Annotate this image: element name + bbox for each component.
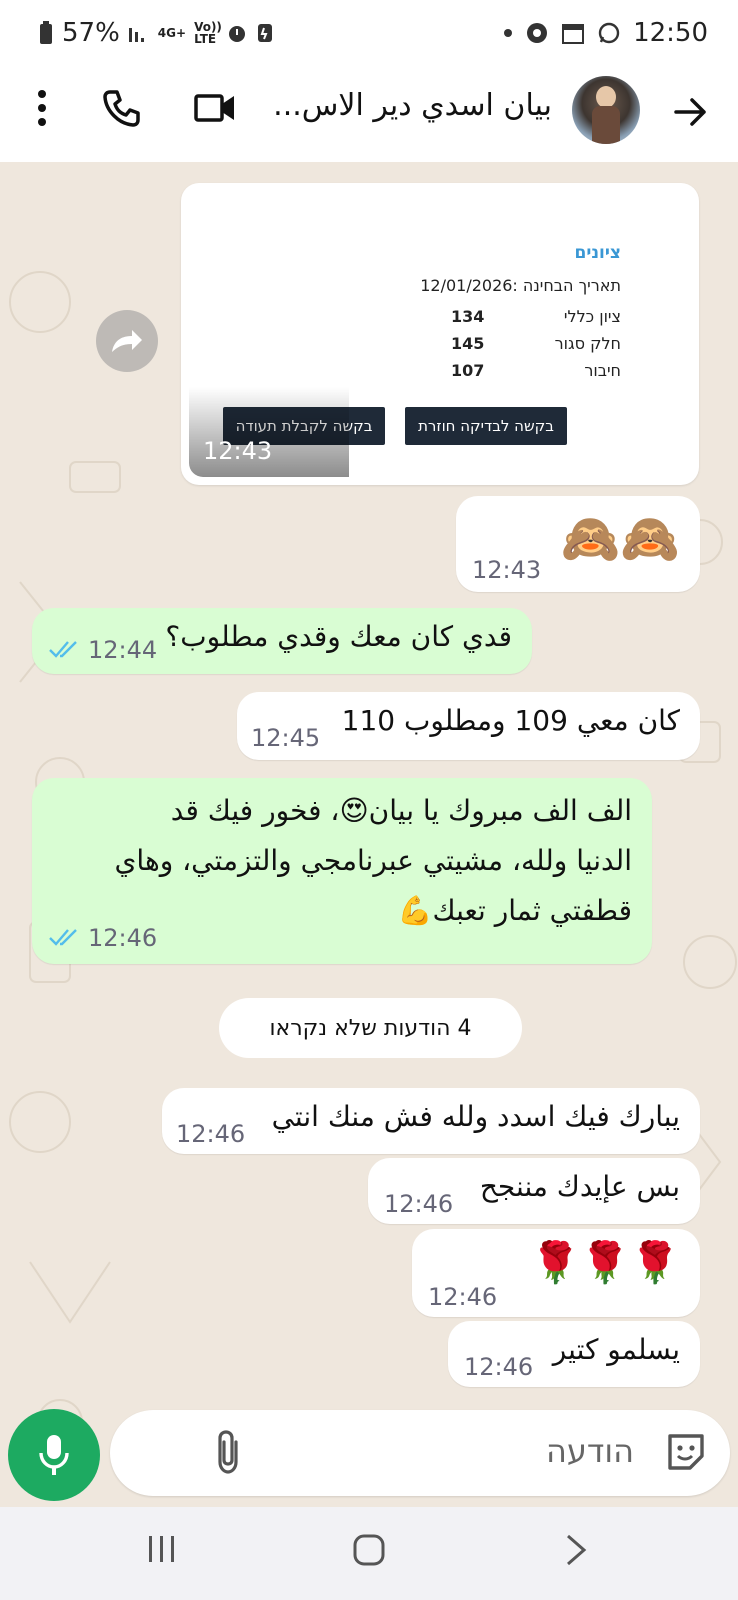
forward-icon bbox=[112, 330, 142, 352]
message-time: 12:46 bbox=[384, 1190, 454, 1218]
message-text: بس عإيدك مننجح bbox=[479, 1170, 680, 1203]
message-input[interactable]: הודעה bbox=[546, 1432, 634, 1470]
battery-icon bbox=[40, 21, 52, 44]
message-time: 12:44 bbox=[88, 636, 158, 664]
system-nav-bar bbox=[0, 1507, 738, 1600]
avatar-body bbox=[592, 106, 620, 144]
attach-icon[interactable] bbox=[214, 1428, 244, 1476]
sticker-icon[interactable] bbox=[664, 1430, 708, 1474]
more-menu-icon[interactable] bbox=[36, 88, 48, 128]
message-text: 🌹🌹🌹 bbox=[530, 1240, 680, 1286]
message-time: 12:45 bbox=[251, 724, 321, 752]
grade-value: 134 bbox=[451, 307, 485, 326]
grade-value: 145 bbox=[451, 334, 485, 353]
message-text: يبارك فيك اسدد ولله فش منك انتي bbox=[271, 1100, 680, 1133]
message-time: 12:46 bbox=[88, 924, 158, 952]
message-line: الدنيا ولله، مشيتي عبرنامجي والتزمتي، وه… bbox=[114, 844, 633, 877]
alarm-icon bbox=[229, 26, 246, 42]
read-ticks-icon bbox=[49, 929, 77, 946]
voice-call-icon[interactable] bbox=[102, 88, 142, 128]
recheck-request-button: בקשה לבדיקה חוזרת bbox=[405, 407, 567, 445]
status-right: 12:50 bbox=[503, 18, 708, 48]
message-text: قدي كان معك وقدي مطلوب؟ bbox=[165, 620, 512, 653]
message-time: 12:46 bbox=[464, 1353, 534, 1381]
grade-label: חיבור bbox=[584, 361, 621, 380]
status-bar: 57% 4G+ Vo)) LTE 12:50 bbox=[0, 0, 738, 70]
incoming-message[interactable]: 🙈🙈 12:43 bbox=[456, 496, 700, 592]
grade-label: חלק סגור bbox=[554, 334, 621, 353]
chat-header: بيان اسدي دير الاس... bbox=[0, 70, 738, 162]
read-ticks-icon bbox=[49, 641, 77, 658]
message-text: يسلمو كتير bbox=[552, 1333, 680, 1366]
signal-icon bbox=[128, 28, 144, 42]
grade-value: 107 bbox=[451, 361, 485, 380]
message-line: قطفتي ثمار تعبك💪 bbox=[397, 894, 632, 927]
message-text: 🙈🙈 bbox=[560, 511, 680, 567]
chat-area[interactable]: ציונים תאריך הבחינה :12/01/2026 ציון כלל… bbox=[0, 162, 738, 1507]
status-left: 57% 4G+ Vo)) LTE bbox=[38, 18, 274, 48]
grades-image-message[interactable]: ציונים תאריך הבחינה :12/01/2026 ציון כלל… bbox=[181, 183, 699, 485]
outgoing-message[interactable]: الف الف مبروك يا بيان😍، فخور فيك قد الدن… bbox=[32, 778, 652, 964]
whatsapp-icon bbox=[598, 22, 620, 44]
grade-label: ציון כללי bbox=[563, 307, 621, 326]
grade-row: ציון כללי 134 bbox=[451, 307, 621, 326]
data-saver-icon bbox=[258, 24, 273, 42]
recent-apps-icon[interactable] bbox=[146, 1533, 178, 1565]
exam-date: תאריך הבחינה :12/01/2026 bbox=[420, 276, 621, 295]
message-text: كان معي 109 ومطلوب 110 bbox=[341, 704, 680, 737]
avatar-head bbox=[596, 86, 616, 108]
network-type: 4G+ bbox=[157, 26, 187, 40]
voice-message-button[interactable] bbox=[8, 1409, 100, 1501]
message-time: 12:43 bbox=[472, 556, 542, 584]
home-icon[interactable] bbox=[352, 1533, 386, 1567]
volte-indicator: Vo)) LTE bbox=[194, 20, 222, 46]
back-nav-icon[interactable] bbox=[564, 1533, 588, 1567]
incoming-message[interactable]: يسلمو كتير 12:46 bbox=[448, 1321, 700, 1387]
chrome-icon bbox=[527, 23, 548, 43]
outgoing-message[interactable]: قدي كان معك وقدي مطلوب؟ 12:44 bbox=[32, 608, 532, 674]
incoming-message[interactable]: 🌹🌹🌹 12:46 bbox=[412, 1229, 700, 1317]
video-call-icon[interactable] bbox=[194, 90, 236, 126]
back-arrow-icon[interactable] bbox=[670, 92, 710, 132]
message-line: الف الف مبروك يا بيان😍، فخور فيك قد bbox=[170, 794, 632, 827]
message-time: 12:43 bbox=[203, 437, 273, 465]
contact-name[interactable]: بيان اسدي دير الاس... bbox=[273, 88, 552, 123]
grade-row: חלק סגור 145 bbox=[451, 334, 621, 353]
message-time: 12:46 bbox=[428, 1283, 498, 1311]
incoming-message[interactable]: بس عإيدك مننجح 12:46 bbox=[368, 1158, 700, 1224]
calendar-icon bbox=[562, 24, 585, 44]
incoming-message[interactable]: كان معي 109 ومطلوب 110 12:45 bbox=[237, 692, 700, 760]
grades-image: ציונים תאריך הבחינה :12/01/2026 ציון כלל… bbox=[189, 191, 691, 477]
grades-title: ציונים bbox=[574, 243, 621, 263]
clock: 12:50 bbox=[633, 18, 708, 48]
message-composer[interactable]: הודעה bbox=[110, 1410, 730, 1496]
grade-row: חיבור 107 bbox=[451, 361, 621, 380]
unread-messages-banner: 4 הודעות שלא נקראו bbox=[219, 998, 522, 1058]
forward-button[interactable] bbox=[96, 310, 158, 372]
microphone-icon bbox=[39, 1435, 69, 1475]
battery-percent: 57% bbox=[62, 18, 120, 48]
incoming-message[interactable]: يبارك فيك اسدد ولله فش منك انتي 12:46 bbox=[162, 1088, 700, 1154]
dot-icon bbox=[504, 29, 513, 37]
message-time: 12:46 bbox=[176, 1120, 246, 1148]
avatar[interactable] bbox=[572, 76, 640, 144]
